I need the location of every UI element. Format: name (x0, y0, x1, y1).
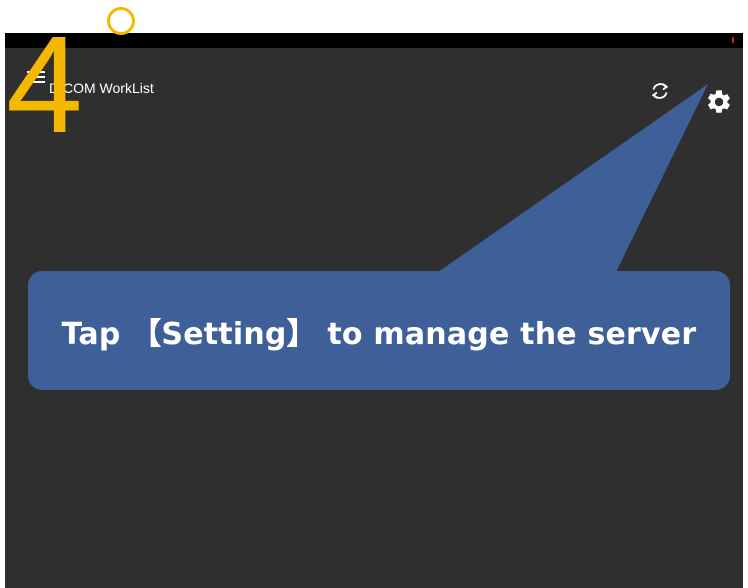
app-title: DICOM WorkList (49, 80, 154, 96)
app-bar: DICOM WorkList (5, 48, 743, 113)
status-indicator (732, 37, 734, 43)
status-bar (5, 33, 743, 48)
refresh-icon[interactable] (647, 78, 673, 104)
tutorial-callout: Tap 【Setting】 to manage the server (28, 271, 730, 390)
gear-icon[interactable] (705, 88, 733, 116)
hamburger-menu-icon[interactable] (27, 70, 45, 84)
step-degree-mark (107, 7, 135, 35)
callout-text: Tap 【Setting】 to manage the server (61, 316, 697, 352)
